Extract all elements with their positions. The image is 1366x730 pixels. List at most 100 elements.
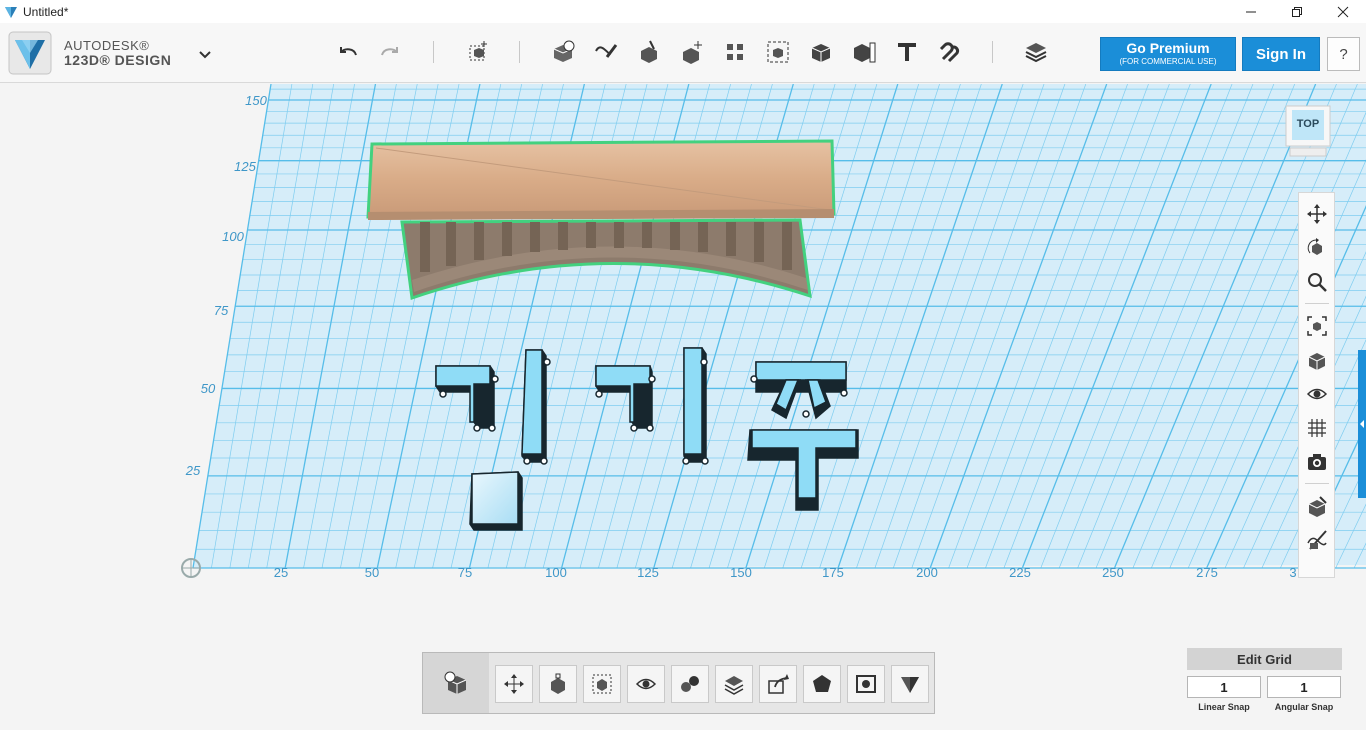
brand[interactable]: AUTODESK® 123D® DESIGN: [8, 31, 171, 75]
align-button[interactable]: [583, 665, 621, 703]
origin-marker: [181, 558, 201, 578]
brand-line1: AUTODESK®: [64, 38, 150, 53]
perspective-button[interactable]: [1304, 347, 1330, 373]
fit-button[interactable]: [1304, 313, 1330, 339]
transform-box-icon: [469, 41, 487, 61]
app-logo-icon: [5, 6, 17, 18]
restore-button[interactable]: [1274, 0, 1320, 23]
magnet-icon: [939, 42, 960, 63]
x-tick-label: 225: [1009, 565, 1031, 580]
toolbar-divider: [433, 41, 434, 63]
x-tick-label: 75: [458, 565, 472, 580]
text-t-icon: [898, 43, 916, 61]
export-button[interactable]: [759, 665, 797, 703]
materials-button[interactable]: [1019, 35, 1053, 69]
hide-button[interactable]: [627, 665, 665, 703]
x-tick-label: 200: [916, 565, 938, 580]
modify-icon: [683, 41, 702, 64]
main-toolbar: AUTODESK® 123D® DESIGN Go Premium (FOR C…: [0, 23, 1366, 83]
nav-divider: [1305, 483, 1329, 484]
pan-button[interactable]: [1304, 201, 1330, 227]
material-button[interactable]: [671, 665, 709, 703]
visibility-button[interactable]: [1304, 381, 1330, 407]
pattern-button[interactable]: [718, 35, 752, 69]
sketch-pencil-icon: [595, 44, 618, 58]
x-tick-label: 25: [274, 565, 288, 580]
minimize-icon: [1246, 11, 1256, 12]
side-panel-tab[interactable]: [1358, 350, 1366, 498]
cube-block[interactable]: [469, 471, 523, 531]
capture-button[interactable]: [847, 665, 885, 703]
solid-button[interactable]: [803, 665, 841, 703]
go-premium-sublabel: (FOR COMMERCIAL USE): [1119, 57, 1217, 66]
app-menu-button[interactable]: [891, 665, 929, 703]
pan-arrows-icon: [1307, 204, 1327, 224]
letter-i-2[interactable]: [682, 347, 709, 465]
hide-sketch-button[interactable]: [1304, 527, 1330, 553]
letter-i-1[interactable]: [521, 349, 551, 465]
layers-icon: [1025, 43, 1047, 63]
grid-view-button[interactable]: [1304, 415, 1330, 441]
measure-button[interactable]: [847, 35, 881, 69]
close-button[interactable]: [1320, 0, 1366, 23]
autodesk-logo-icon: [8, 31, 52, 75]
layers-button[interactable]: [715, 665, 753, 703]
go-premium-label: Go Premium: [1126, 40, 1210, 56]
3d-viewport[interactable]: 25 50 75 100 125 150 175 200 225 250 275 3 150 125 10…: [0, 84, 1366, 730]
measure-icon: [854, 42, 876, 63]
align-cube-icon: [592, 674, 612, 694]
y-tick-label: 50: [201, 381, 216, 396]
y-tick-label: 150: [245, 93, 267, 108]
angular-snap-input[interactable]: 1: [1267, 676, 1341, 698]
undo-button[interactable]: [331, 35, 365, 69]
help-button[interactable]: ?: [1327, 37, 1360, 71]
zoom-button[interactable]: [1304, 269, 1330, 295]
construct-button[interactable]: [632, 35, 666, 69]
screenshot-button[interactable]: [1304, 449, 1330, 475]
go-premium-button[interactable]: Go Premium (FOR COMMERCIAL USE): [1100, 37, 1236, 71]
x-tick-label: 100: [545, 565, 567, 580]
eye-icon: [1306, 388, 1328, 400]
x-tick-label: 150: [730, 565, 752, 580]
selection-mode-button[interactable]: [423, 653, 489, 713]
orbit-icon: [1307, 238, 1322, 255]
y-tick-label: 125: [234, 159, 256, 174]
modify-button[interactable]: [675, 35, 709, 69]
scene-canvas[interactable]: 25 50 75 100 125 150 175 200 225 250 275 3 15012510…: [0, 84, 1366, 730]
view-cube[interactable]: TOP: [1284, 104, 1332, 160]
smart-scale-button[interactable]: [539, 665, 577, 703]
view-cube-label: TOP: [1296, 118, 1320, 130]
capture-frame-icon: [856, 675, 876, 693]
brand-line2: 123D® DESIGN: [64, 52, 172, 68]
minimize-button[interactable]: [1228, 0, 1274, 23]
grid-icon: [1308, 419, 1326, 437]
undo-icon: [340, 47, 357, 56]
angular-snap-label: Angular Snap: [1274, 702, 1334, 712]
text-button[interactable]: [890, 35, 924, 69]
layers-icon: [724, 676, 744, 695]
bottom-toolbar: [422, 652, 935, 714]
x-tick-label: 125: [637, 565, 659, 580]
construct-icon: [641, 40, 657, 63]
snap-button[interactable]: [933, 35, 967, 69]
redo-button[interactable]: [373, 35, 407, 69]
sketch-button[interactable]: [589, 35, 623, 69]
app-menu-chevron-icon[interactable]: [196, 45, 214, 63]
linear-snap-input[interactable]: 1: [1187, 676, 1261, 698]
primitives-button[interactable]: [546, 35, 580, 69]
nav-divider: [1305, 303, 1329, 304]
combine-button[interactable]: [804, 35, 838, 69]
transform-button[interactable]: [461, 35, 495, 69]
collapse-arrow-icon: [1360, 420, 1364, 428]
grouping-button[interactable]: [761, 35, 795, 69]
navigation-panel: [1298, 192, 1335, 578]
orbit-button[interactable]: [1304, 235, 1330, 261]
edit-grid-button[interactable]: Edit Grid: [1187, 648, 1342, 670]
magnifier-icon: [1308, 273, 1327, 292]
linear-snap-label: Linear Snap: [1198, 702, 1250, 712]
app-triangle-icon: [901, 677, 919, 693]
sign-in-button[interactable]: Sign In: [1242, 37, 1320, 71]
x-tick-label: 250: [1102, 565, 1124, 580]
material-view-button[interactable]: [1304, 493, 1330, 519]
move-tool-button[interactable]: [495, 665, 533, 703]
